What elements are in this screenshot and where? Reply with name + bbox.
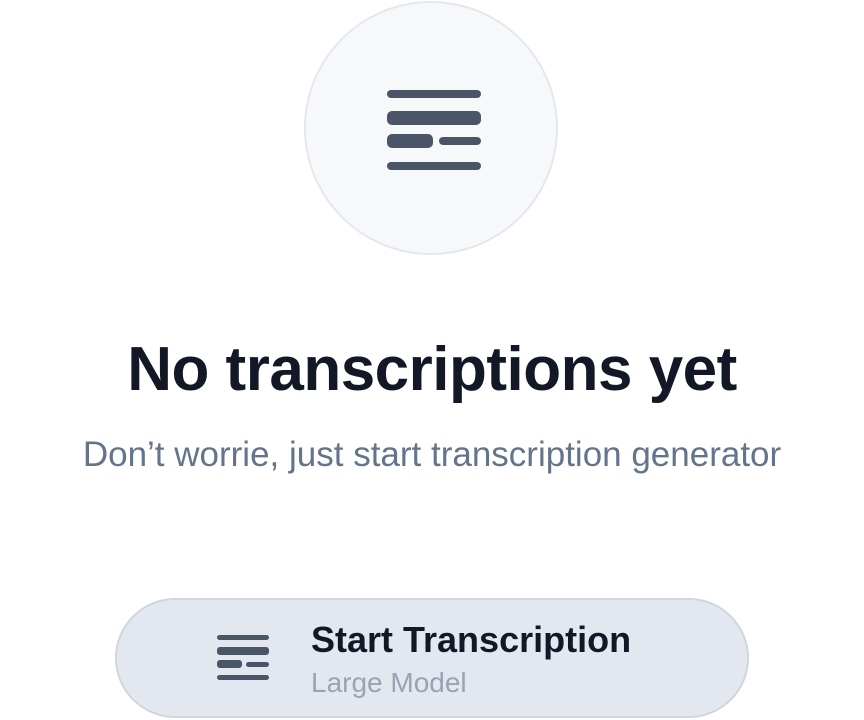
transcript-lines-icon: [387, 90, 481, 170]
model-name-label: Large Model: [311, 667, 467, 698]
empty-state-illustration: [304, 1, 558, 255]
empty-state-page: No transcriptions yet Don’t worrie, just…: [0, 0, 864, 720]
empty-state-subtitle: Don’t worrie, just start transcription g…: [82, 435, 782, 474]
start-transcription-label: Start Transcription: [311, 619, 632, 660]
transcript-lines-icon: [217, 635, 269, 680]
start-transcription-button[interactable]: Start Transcription Large Model: [115, 598, 749, 718]
empty-state-title: No transcriptions yet: [127, 335, 737, 404]
